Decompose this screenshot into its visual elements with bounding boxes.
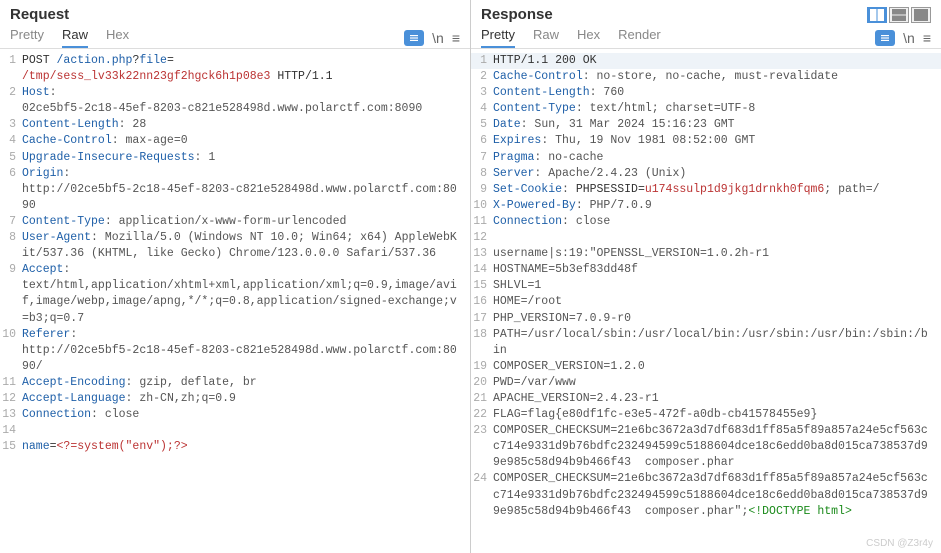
watermark: CSDN @Z3r4y xyxy=(866,538,933,549)
layout-single-icon[interactable] xyxy=(911,7,931,23)
layout-columns-icon[interactable] xyxy=(867,7,887,23)
newline-icon[interactable]: \n xyxy=(432,30,444,46)
tab-hex-response[interactable]: Hex xyxy=(577,27,600,48)
menu-icon-response[interactable]: ≡ xyxy=(923,30,931,46)
menu-icon[interactable]: ≡ xyxy=(452,30,460,46)
newline-icon-response[interactable]: \n xyxy=(903,30,915,46)
tab-raw-response[interactable]: Raw xyxy=(533,27,559,48)
request-panel: Request Pretty Raw Hex \n ≡ 1POST /actio… xyxy=(0,0,471,553)
response-content[interactable]: 1HTTP/1.1 200 OK 2Cache-Control: no-stor… xyxy=(471,49,941,553)
actions-icon[interactable] xyxy=(404,30,424,46)
request-title: Request xyxy=(10,6,69,23)
tab-render-response[interactable]: Render xyxy=(618,27,661,48)
response-panel: Response Pretty Raw Hex Render xyxy=(471,0,941,553)
layout-rows-icon[interactable] xyxy=(889,7,909,23)
tab-hex-request[interactable]: Hex xyxy=(106,27,129,48)
request-content[interactable]: 1POST /action.php?file=/tmp/sess_lv33k22… xyxy=(0,49,470,553)
tab-pretty-request[interactable]: Pretty xyxy=(10,27,44,48)
tab-raw-request[interactable]: Raw xyxy=(62,27,88,48)
response-title: Response xyxy=(481,6,553,23)
tab-pretty-response[interactable]: Pretty xyxy=(481,27,515,48)
actions-icon-response[interactable] xyxy=(875,30,895,46)
